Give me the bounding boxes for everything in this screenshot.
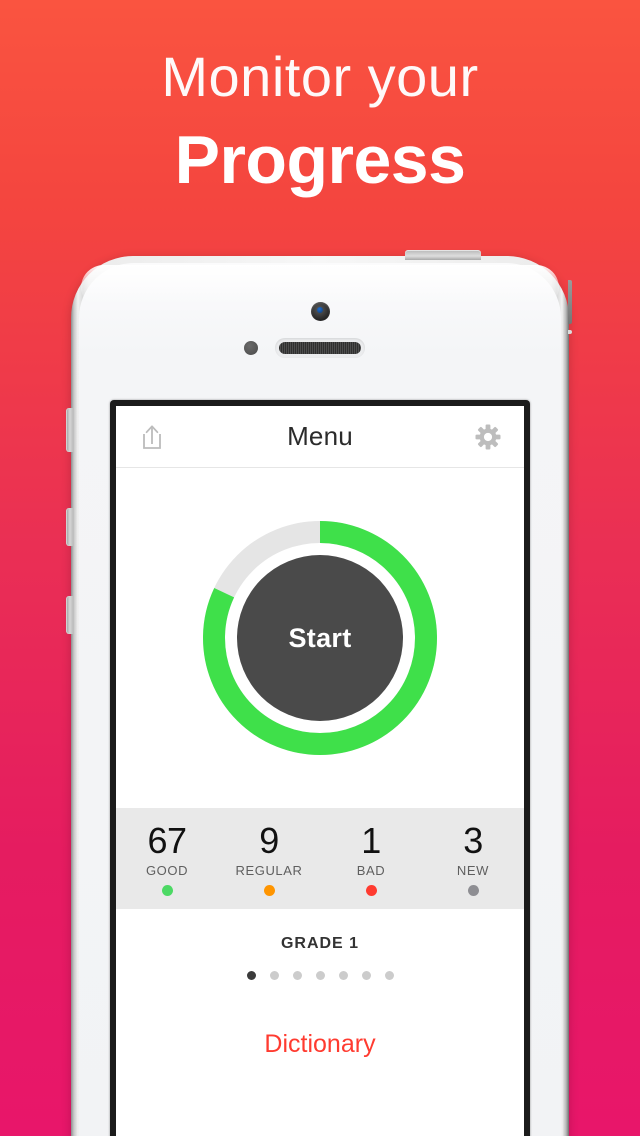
mute-switch[interactable]: [66, 408, 73, 452]
earpiece-speaker-icon: [279, 342, 361, 354]
stat-value: 9: [259, 819, 279, 861]
navbar: Menu: [116, 406, 524, 468]
power-button[interactable]: [405, 250, 481, 260]
pager-dot-7[interactable]: [384, 971, 394, 980]
pager-dot-5[interactable]: [338, 971, 348, 980]
gear-icon: [475, 424, 501, 449]
stat-color-dot: [161, 884, 173, 896]
pager-dot-1[interactable]: [246, 971, 256, 980]
grade-pager: [116, 971, 524, 980]
proximity-sensor-icon: [244, 341, 258, 355]
progress-ring-area: Start: [116, 468, 524, 808]
start-button-label: Start: [288, 622, 352, 653]
phone-device: Menu Start 67 GOOD 9 REGULAR 1 BAD 3 NEW…: [66, 250, 572, 1136]
stat-label: NEW: [456, 862, 490, 878]
volume-up-button[interactable]: [66, 508, 73, 546]
stat-label: REGULAR: [235, 862, 303, 878]
stat-value: 1: [361, 819, 381, 861]
start-button[interactable]: Start: [237, 555, 403, 721]
page-title: Menu: [287, 421, 353, 451]
progress-ring: Start: [202, 520, 438, 756]
volume-down-button[interactable]: [66, 596, 73, 634]
antenna-band-upper: [568, 280, 572, 324]
stat-new[interactable]: 3 NEW: [422, 819, 524, 896]
grade-section: GRADE 1: [116, 909, 524, 980]
pager-dot-6[interactable]: [361, 971, 371, 980]
settings-button[interactable]: [470, 419, 506, 455]
pager-dot-2[interactable]: [269, 971, 279, 980]
promo-headline: Monitor your Progress: [0, 42, 640, 202]
stat-color-dot: [467, 884, 479, 896]
share-icon: [143, 424, 161, 449]
front-camera-icon: [311, 302, 330, 321]
stat-color-dot: [365, 884, 377, 896]
screen-bezel: Menu Start 67 GOOD 9 REGULAR 1 BAD 3 NEW…: [110, 400, 530, 1136]
stat-good[interactable]: 67 GOOD: [116, 819, 218, 896]
stat-value: 3: [463, 819, 483, 861]
dictionary-link[interactable]: Dictionary: [116, 1030, 524, 1059]
promo-headline-line2: Progress: [174, 122, 466, 198]
pager-dot-4[interactable]: [315, 971, 325, 980]
pager-dot-3[interactable]: [292, 971, 302, 980]
stat-label: BAD: [356, 862, 386, 878]
stat-value: 67: [147, 819, 187, 861]
promo-headline-line1: Monitor your: [161, 45, 479, 108]
stat-bad[interactable]: 1 BAD: [320, 819, 422, 896]
stats-bar: 67 GOOD 9 REGULAR 1 BAD 3 NEW: [116, 808, 524, 909]
stat-label: GOOD: [145, 862, 189, 878]
grade-title: GRADE 1: [280, 935, 360, 952]
antenna-band-lower: [568, 330, 572, 334]
stat-regular[interactable]: 9 REGULAR: [218, 819, 320, 896]
stat-color-dot: [263, 884, 275, 896]
share-button[interactable]: [134, 419, 170, 455]
app-screen: Menu Start 67 GOOD 9 REGULAR 1 BAD 3 NEW…: [116, 406, 524, 1136]
